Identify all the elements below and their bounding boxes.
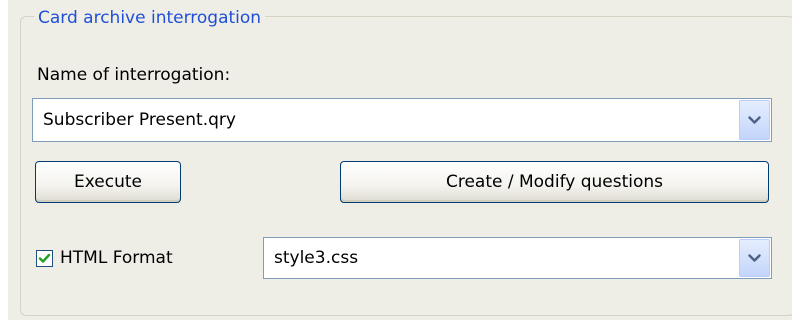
chevron-down-icon (748, 115, 761, 124)
create-modify-questions-button[interactable]: Create / Modify questions (340, 161, 769, 203)
chevron-down-icon (748, 253, 761, 262)
checkmark-icon (38, 253, 51, 263)
interrogation-select-value: Subscriber Present.qry (43, 110, 236, 130)
stylesheet-select-value: style3.css (274, 248, 359, 268)
interrogation-dropdown-button[interactable] (739, 100, 770, 140)
group-title: Card archive interrogation (34, 8, 266, 28)
stylesheet-select[interactable]: style3.css (263, 237, 772, 279)
stylesheet-dropdown-button[interactable] (739, 239, 770, 277)
html-format-label[interactable]: HTML Format (60, 248, 173, 268)
interrogation-select[interactable]: Subscriber Present.qry (32, 98, 772, 142)
execute-button[interactable]: Execute (35, 161, 181, 203)
html-format-checkbox[interactable] (36, 250, 53, 267)
interrogation-label: Name of interrogation: (37, 65, 231, 85)
